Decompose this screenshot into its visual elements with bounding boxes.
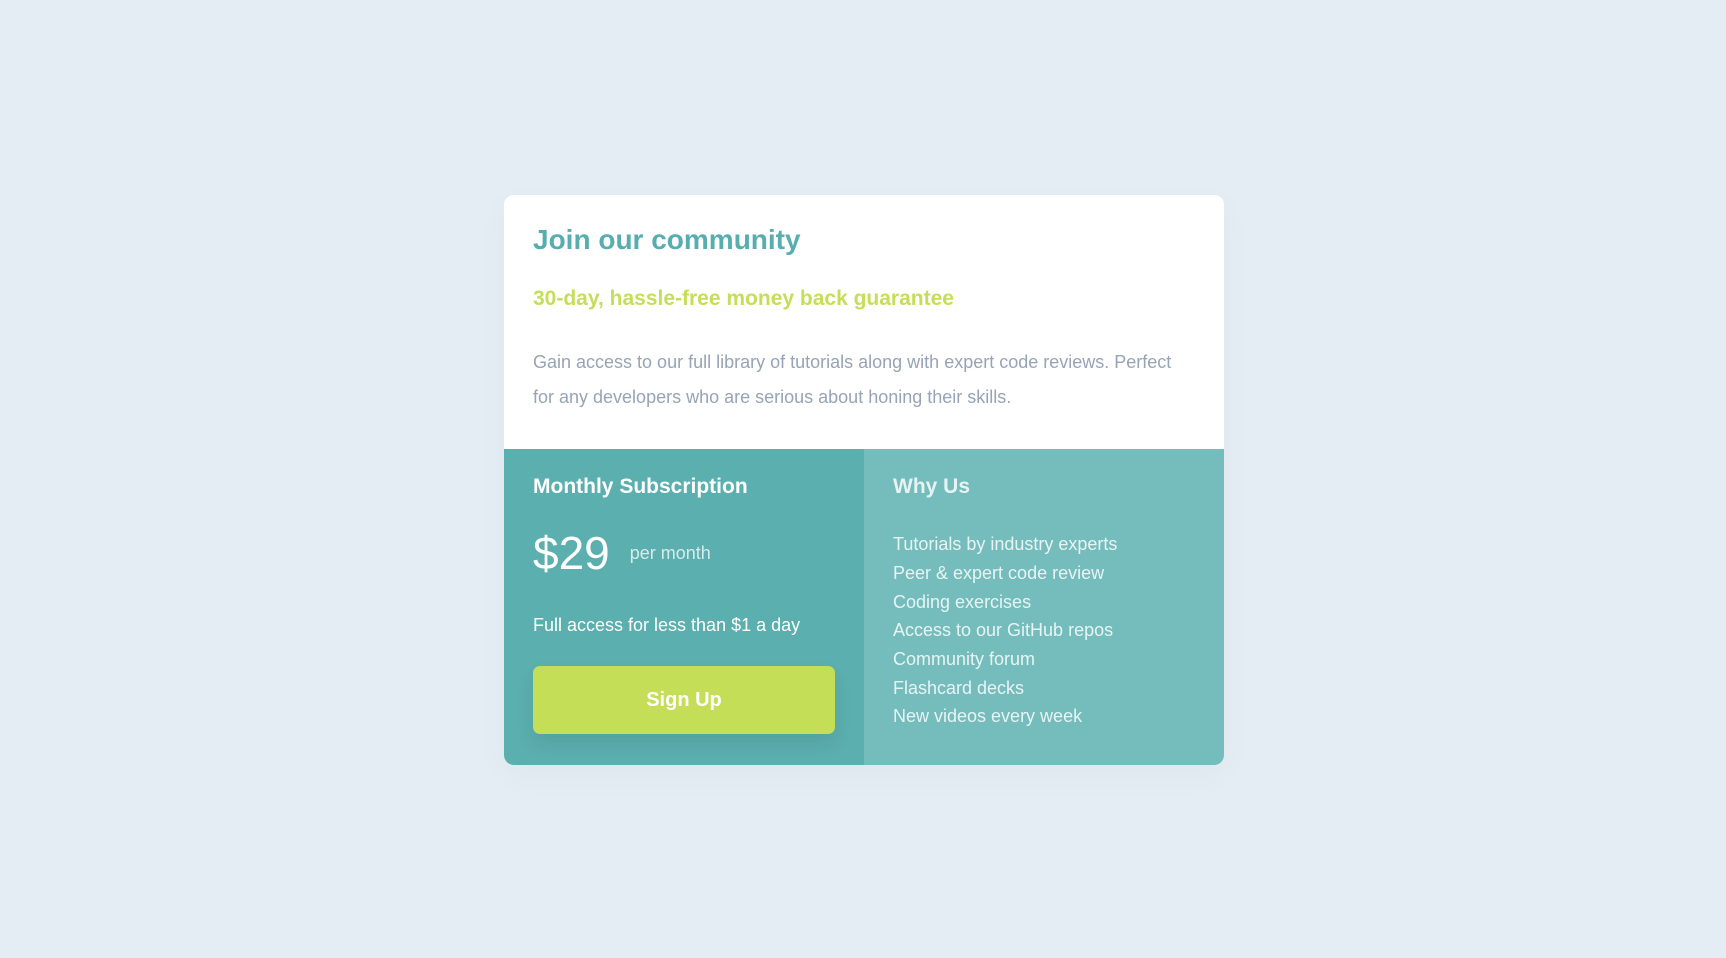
feature-item: Access to our GitHub repos — [893, 620, 1114, 641]
price-row: $29 per month — [533, 530, 835, 576]
feature-item: Coding exercises — [893, 591, 1032, 612]
description-text: Gain access to our full library of tutor… — [533, 351, 1172, 407]
feature-item: Flashcard decks — [893, 677, 1025, 698]
page-title: Join our community — [533, 224, 801, 255]
price-period: per month — [629, 542, 711, 563]
intro-section: Join our community 30-day, hassle-free m… — [504, 195, 1224, 449]
subscription-tagline: Full access for less than $1 a day — [533, 615, 801, 636]
why-us-panel: Why Us Tutorials by industry experts Pee… — [864, 449, 1224, 765]
pricing-details: Monthly Subscription $29 per month Full … — [504, 449, 1224, 765]
feature-item: Community forum — [893, 649, 1036, 669]
price-value: $29 — [533, 527, 610, 580]
sign-up-button[interactable]: Sign Up — [533, 666, 835, 735]
subscription-heading: Monthly Subscription — [533, 475, 748, 498]
guarantee-subtitle: 30-day, hassle-free money back guarantee — [533, 286, 954, 310]
why-us-heading: Why Us — [893, 475, 971, 498]
features-list: Tutorials by industry experts Peer & exp… — [893, 530, 1195, 731]
feature-item: Tutorials by industry experts — [893, 534, 1118, 555]
feature-item: Peer & expert code review — [893, 562, 1105, 583]
pricing-card: Join our community 30-day, hassle-free m… — [504, 195, 1224, 765]
subscription-panel: Monthly Subscription $29 per month Full … — [504, 449, 864, 765]
feature-item: New videos every week — [893, 706, 1083, 727]
